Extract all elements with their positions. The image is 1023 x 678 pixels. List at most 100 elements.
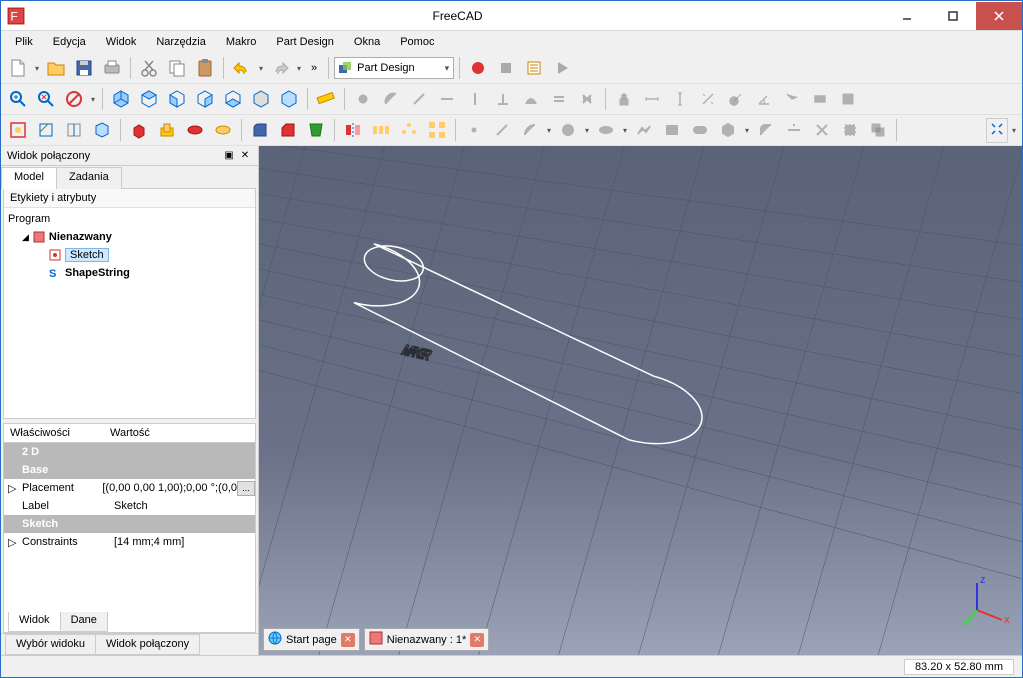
new-file-button[interactable]	[5, 55, 31, 81]
sk-external-button[interactable]	[809, 117, 835, 143]
sk-construct-button[interactable]	[837, 117, 863, 143]
view-front-button[interactable]	[136, 86, 162, 112]
menu-windows[interactable]: Okna	[346, 34, 388, 50]
menu-partdesign[interactable]: Part Design	[268, 34, 341, 50]
view-left-button[interactable]	[276, 86, 302, 112]
draft-button[interactable]	[303, 117, 329, 143]
undo-button[interactable]	[229, 55, 255, 81]
save-button[interactable]	[71, 55, 97, 81]
menu-file[interactable]: Plik	[7, 34, 41, 50]
print-button[interactable]	[99, 55, 125, 81]
zoom-fit-button[interactable]	[5, 86, 31, 112]
open-file-button[interactable]	[43, 55, 69, 81]
tab-view[interactable]: Widok	[8, 612, 61, 632]
sketch-perpendicular-button[interactable]	[490, 86, 516, 112]
tab-combo-view[interactable]: Widok połączony	[95, 634, 200, 655]
pocket-button[interactable]	[154, 117, 180, 143]
constraint-length-button[interactable]	[695, 86, 721, 112]
sk-line-button[interactable]	[489, 117, 515, 143]
menu-macro[interactable]: Makro	[218, 34, 265, 50]
constraint-toggle-button[interactable]	[835, 86, 861, 112]
close-button[interactable]	[976, 2, 1022, 30]
constraint-radius-button[interactable]	[723, 86, 749, 112]
panel-close-button[interactable]: ✕	[238, 149, 252, 163]
sk-fillet-button[interactable]	[753, 117, 779, 143]
sketch-edit-button[interactable]	[33, 117, 59, 143]
sketch-map-button[interactable]	[89, 117, 115, 143]
tab-selection-view[interactable]: Wybór widoku	[5, 634, 96, 655]
prop-placement[interactable]: ▷ Placement [(0,00 0,00 1,00);0,00 °;(0,…	[4, 479, 255, 497]
sk-circle-button[interactable]	[555, 117, 581, 143]
fillet-button[interactable]	[247, 117, 273, 143]
pad-button[interactable]	[126, 117, 152, 143]
maximize-button[interactable]	[930, 2, 976, 30]
constraint-lock-button[interactable]	[611, 86, 637, 112]
sketch-symmetric-button[interactable]	[574, 86, 600, 112]
sk-polyline-button[interactable]	[631, 117, 657, 143]
measure-button[interactable]	[313, 86, 339, 112]
sketch-arc-button[interactable]	[378, 86, 404, 112]
macro-record-button[interactable]	[465, 55, 491, 81]
tab-tasks[interactable]: Zadania	[56, 167, 122, 189]
panel-float-button[interactable]: ▣	[222, 149, 236, 163]
sk-hex-button[interactable]	[715, 117, 741, 143]
polar-pattern-button[interactable]	[396, 117, 422, 143]
doctab-start[interactable]: Start page ✕	[263, 628, 360, 651]
copy-button[interactable]	[164, 55, 190, 81]
mirror-button[interactable]	[340, 117, 366, 143]
draw-style-button[interactable]	[61, 86, 87, 112]
view-top-button[interactable]	[164, 86, 190, 112]
zoom-selection-button[interactable]	[33, 86, 59, 112]
groove-button[interactable]	[210, 117, 236, 143]
view-iso-button[interactable]	[108, 86, 134, 112]
sk-point-button[interactable]	[461, 117, 487, 143]
sk-rect-button[interactable]	[659, 117, 685, 143]
macro-play-button[interactable]	[549, 55, 575, 81]
3d-viewport[interactable]: MAKER x y z Start page ✕	[259, 146, 1022, 655]
tree-item-sketch[interactable]: Sketch	[8, 246, 251, 264]
prop-label[interactable]: Label Sketch	[4, 497, 255, 515]
sketch-new-button[interactable]	[5, 117, 31, 143]
menu-tools[interactable]: Narzędzia	[148, 34, 214, 50]
sketch-line-button[interactable]	[406, 86, 432, 112]
constraint-angle-button[interactable]	[751, 86, 777, 112]
sk-arc-button[interactable]	[517, 117, 543, 143]
workbench-selector[interactable]: Part Design	[334, 57, 454, 79]
sk-trim-button[interactable]	[781, 117, 807, 143]
tree-expand-icon[interactable]: ◢	[22, 232, 29, 243]
menu-help[interactable]: Pomoc	[392, 34, 442, 50]
tree-root[interactable]: Program	[8, 210, 251, 228]
doctab-start-close[interactable]: ✕	[341, 633, 355, 647]
constraint-internal-button[interactable]	[807, 86, 833, 112]
sketch-leave-button[interactable]	[61, 117, 87, 143]
expand-icon[interactable]: ▷	[8, 536, 16, 549]
property-body[interactable]: 2 D Base ▷ Placement [(0,00 0,00 1,00);0…	[4, 443, 255, 612]
tree-item-shapestring[interactable]: S ShapeString	[8, 264, 251, 282]
doctab-unnamed[interactable]: Nienazwany : 1* ✕	[364, 628, 490, 651]
cut-button[interactable]	[136, 55, 162, 81]
tree-document[interactable]: ◢ Nienazwany	[8, 228, 251, 246]
doctab-unnamed-close[interactable]: ✕	[470, 633, 484, 647]
sk-slot-button[interactable]	[687, 117, 713, 143]
tab-data[interactable]: Dane	[60, 612, 108, 632]
toolbar-overflow-button[interactable]	[986, 118, 1008, 143]
expand-icon[interactable]: ▷	[8, 482, 16, 495]
redo-button[interactable]	[267, 55, 293, 81]
sketch-equal-button[interactable]	[546, 86, 572, 112]
view-right-button[interactable]	[192, 86, 218, 112]
sketch-horizontal-button[interactable]	[434, 86, 460, 112]
multi-transform-button[interactable]	[424, 117, 450, 143]
minimize-button[interactable]	[884, 2, 930, 30]
revolution-button[interactable]	[182, 117, 208, 143]
menu-view[interactable]: Widok	[98, 34, 145, 50]
macro-stop-button[interactable]	[493, 55, 519, 81]
view-rear-button[interactable]	[220, 86, 246, 112]
macro-list-button[interactable]	[521, 55, 547, 81]
view-bottom-button[interactable]	[248, 86, 274, 112]
linear-pattern-button[interactable]	[368, 117, 394, 143]
placement-edit-button[interactable]: ...	[237, 481, 255, 496]
sk-conic-button[interactable]	[593, 117, 619, 143]
tree-body[interactable]: Program ◢ Nienazwany Sketch S ShapeStrin…	[4, 208, 255, 418]
sketch-vertical-button[interactable]	[462, 86, 488, 112]
constraint-snell-button[interactable]	[779, 86, 805, 112]
